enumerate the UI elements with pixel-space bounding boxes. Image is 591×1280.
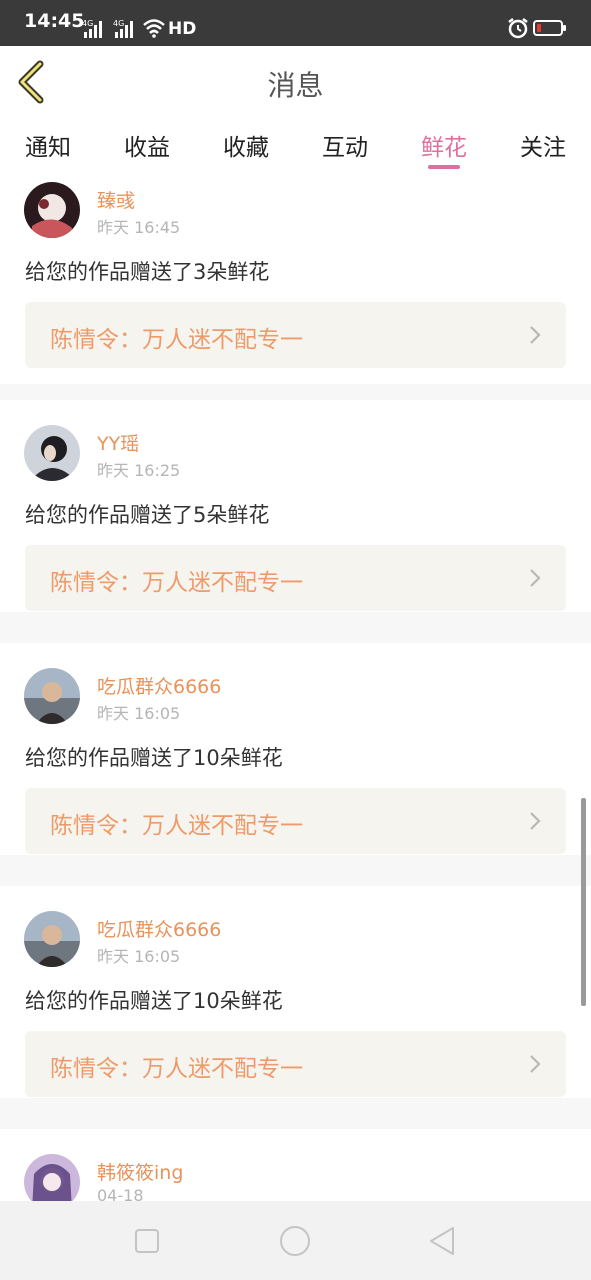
cellular-signal-icon: 4G xyxy=(113,19,133,38)
wifi-icon xyxy=(143,19,165,38)
status-time: 14:45 xyxy=(24,10,85,32)
tab-earnings[interactable]: 收益 xyxy=(124,128,170,162)
list-item: 吃瓜群众6666 昨天 16:05 给您的作品赠送了10朵鲜花 陈情令：万人迷不… xyxy=(0,643,591,855)
page-header: 消息 xyxy=(0,46,591,119)
list-item: 吃瓜群众6666 昨天 16:05 给您的作品赠送了10朵鲜花 陈情令：万人迷不… xyxy=(0,886,591,1098)
chevron-right-icon xyxy=(530,812,541,830)
tab-flowers[interactable]: 鲜花 xyxy=(421,128,467,162)
status-bar: 14:45 4G 4G HD xyxy=(0,0,591,46)
work-link[interactable]: 陈情令：万人迷不配专一 xyxy=(25,1031,566,1097)
battery-icon xyxy=(533,20,566,36)
page-title: 消息 xyxy=(267,69,324,102)
username[interactable]: 韩筱筱ing xyxy=(97,1158,183,1185)
message-time: 昨天 16:05 xyxy=(97,704,181,723)
chevron-right-icon xyxy=(530,1055,541,1073)
hd-indicator: HD xyxy=(168,19,197,39)
tab-follow[interactable]: 关注 xyxy=(520,128,566,162)
message-time: 04-18 xyxy=(97,1186,144,1201)
recent-apps-icon[interactable] xyxy=(129,1223,165,1259)
work-title: 陈情令：万人迷不配专一 xyxy=(50,327,303,353)
tab-interaction[interactable]: 互动 xyxy=(322,128,368,162)
cellular-signal-icon: 4G xyxy=(82,19,102,38)
avatar[interactable] xyxy=(24,1154,80,1201)
avatar[interactable] xyxy=(24,425,80,481)
avatar[interactable] xyxy=(24,911,80,967)
message-text: 给您的作品赠送了10朵鲜花 xyxy=(25,746,283,770)
message-tabs: 通知 收益 收藏 互动 鲜花 关注 xyxy=(0,118,591,172)
back-icon[interactable] xyxy=(425,1223,461,1259)
active-tab-indicator xyxy=(428,165,460,169)
list-item: YY瑶 昨天 16:25 给您的作品赠送了5朵鲜花 陈情令：万人迷不配专一 xyxy=(0,400,591,612)
work-link[interactable]: 陈情令：万人迷不配专一 xyxy=(25,788,566,854)
message-time: 昨天 16:45 xyxy=(97,218,181,237)
message-text: 给您的作品赠送了10朵鲜花 xyxy=(25,989,283,1013)
work-link[interactable]: 陈情令：万人迷不配专一 xyxy=(25,302,566,368)
message-text: 给您的作品赠送了3朵鲜花 xyxy=(25,260,270,284)
system-nav-bar xyxy=(0,1201,591,1280)
chevron-right-icon xyxy=(530,569,541,587)
message-text: 给您的作品赠送了5朵鲜花 xyxy=(25,503,270,527)
message-time: 昨天 16:05 xyxy=(97,947,181,966)
message-list[interactable]: 臻彧 昨天 16:45 给您的作品赠送了3朵鲜花 陈情令：万人迷不配专一 YY瑶… xyxy=(0,172,591,1201)
username[interactable]: YY瑶 xyxy=(97,429,139,456)
tab-favorites[interactable]: 收藏 xyxy=(223,128,269,162)
alarm-icon xyxy=(508,18,528,39)
work-title: 陈情令：万人迷不配专一 xyxy=(50,570,303,596)
work-link[interactable]: 陈情令：万人迷不配专一 xyxy=(25,545,566,611)
username[interactable]: 吃瓜群众6666 xyxy=(97,915,221,942)
svg-text:4G: 4G xyxy=(82,19,93,28)
work-title: 陈情令：万人迷不配专一 xyxy=(50,1056,303,1082)
username[interactable]: 臻彧 xyxy=(97,186,135,213)
list-item: 韩筱筱ing 04-18 xyxy=(0,1129,591,1201)
scrollbar[interactable] xyxy=(581,798,586,1006)
list-item: 臻彧 昨天 16:45 给您的作品赠送了3朵鲜花 陈情令：万人迷不配专一 xyxy=(0,172,591,384)
home-icon[interactable] xyxy=(277,1223,313,1259)
tab-notice[interactable]: 通知 xyxy=(25,128,71,162)
work-title: 陈情令：万人迷不配专一 xyxy=(50,813,303,839)
avatar[interactable] xyxy=(24,668,80,724)
username[interactable]: 吃瓜群众6666 xyxy=(97,672,221,699)
avatar[interactable] xyxy=(24,182,80,238)
message-time: 昨天 16:25 xyxy=(97,461,181,480)
chevron-right-icon xyxy=(530,326,541,344)
svg-text:4G: 4G xyxy=(113,19,124,28)
